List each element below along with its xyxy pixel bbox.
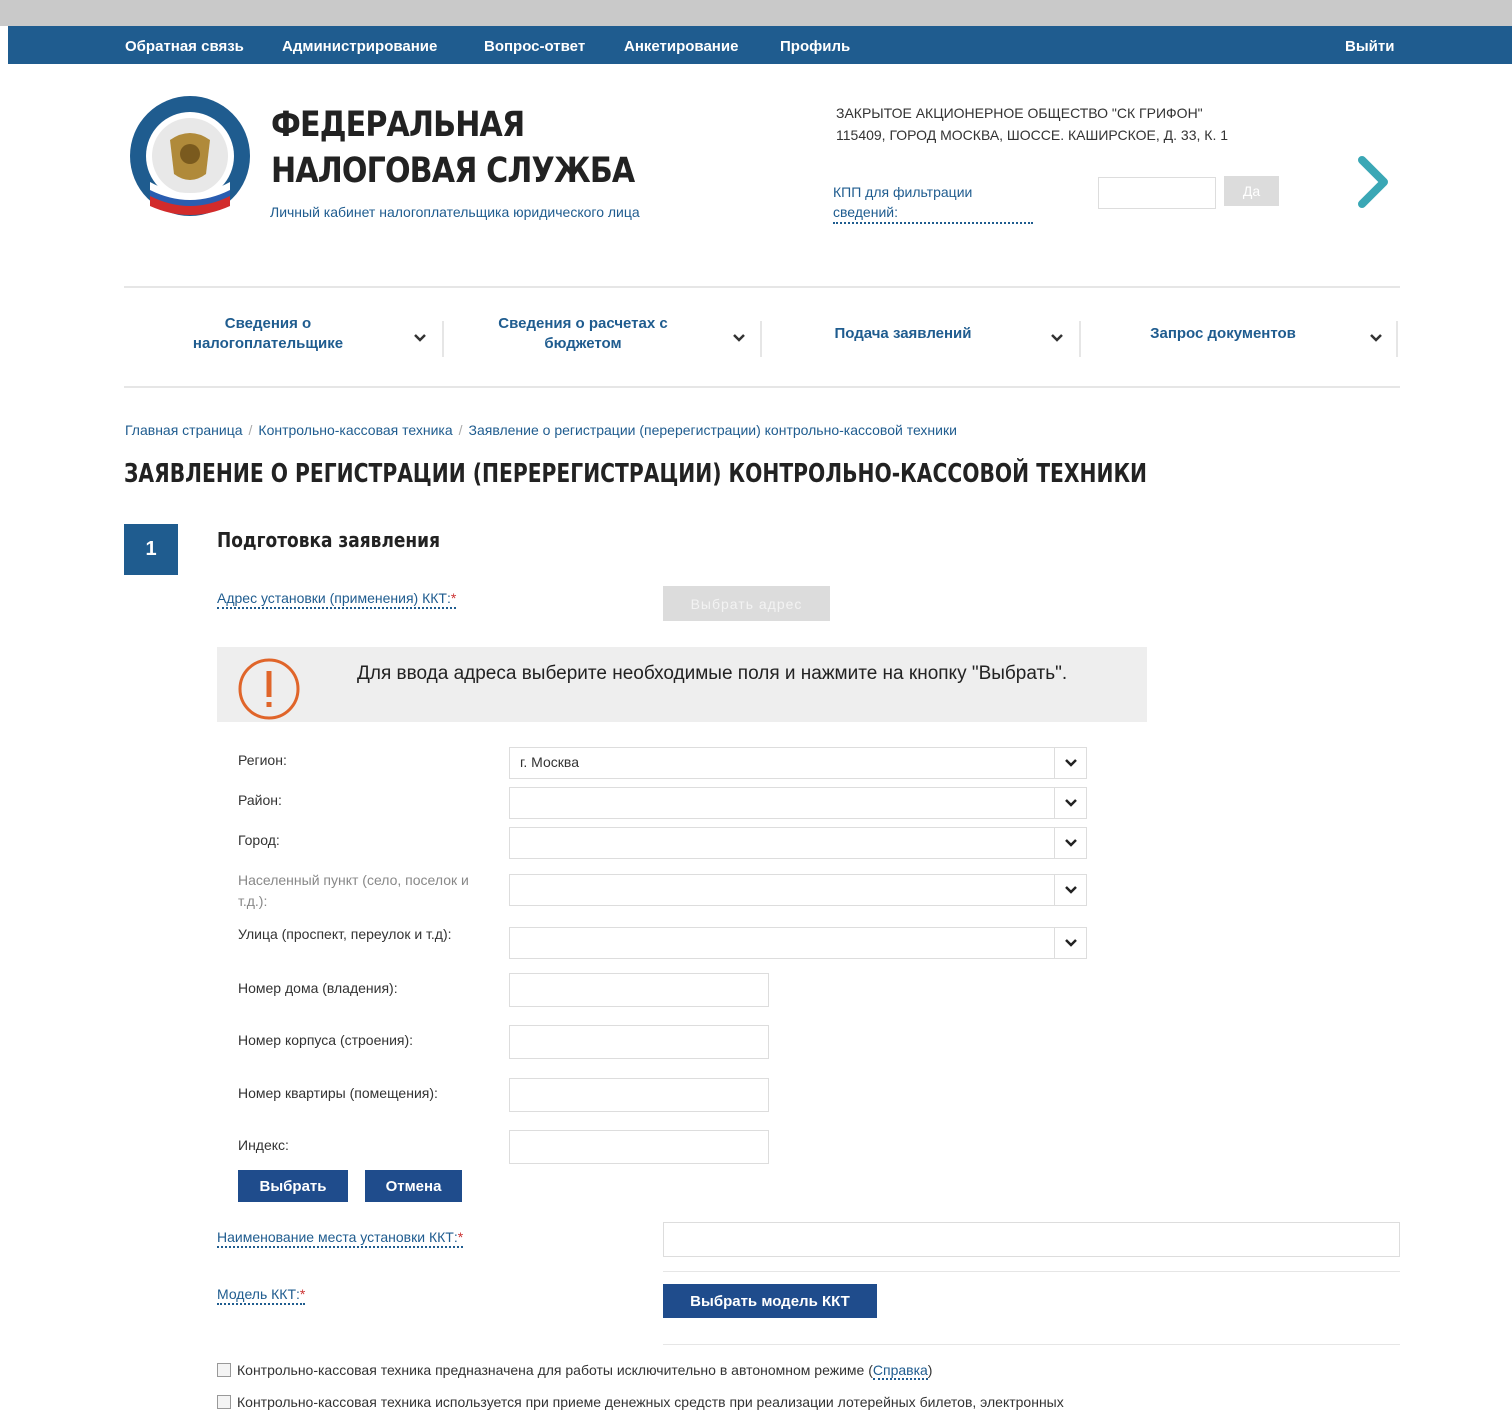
city-label: Город: — [238, 832, 280, 848]
menu-document-request[interactable]: Запрос документов — [1118, 314, 1328, 374]
postal-index-label: Индекс: — [238, 1137, 289, 1153]
choose-kkt-model-button[interactable]: Выбрать модель ККТ — [663, 1284, 877, 1318]
region-label: Регион: — [238, 752, 287, 768]
address-field-label[interactable]: Адрес установки (применения) ККТ:* — [217, 589, 457, 609]
autonomous-mode-row: Контрольно-кассовая техника предназначен… — [217, 1362, 932, 1380]
menu-budget-settlements[interactable]: Сведения о расчетах с бюджетом — [468, 314, 698, 374]
region-select[interactable]: г. Москва — [509, 747, 1087, 779]
city-select[interactable] — [509, 827, 1087, 859]
select-address-button[interactable]: Выбрать адрес — [663, 586, 830, 621]
step-title: Подготовка заявления — [217, 528, 440, 552]
lottery-tickets-row: Контрольно-кассовая техника используется… — [217, 1394, 1064, 1410]
chevron-down-icon[interactable] — [731, 330, 747, 346]
menu-taxpayer-info[interactable]: Сведения о налогоплательщике — [148, 314, 388, 374]
breadcrumb: Главная страница / Контрольно-кассовая тех… — [125, 422, 957, 438]
menu-separator — [1396, 321, 1398, 357]
menu-separator — [760, 321, 762, 357]
chevron-down-icon — [1065, 759, 1077, 767]
page-content: ФЕДЕРАЛЬНАЯ НАЛОГОВАЯ СЛУЖБА Личный каби… — [8, 64, 1512, 1414]
breadcrumb-current[interactable]: Заявление о регистрации (перерегистрации… — [469, 422, 957, 438]
help-link[interactable]: Справка — [872, 1362, 928, 1380]
region-value: г. Москва — [520, 754, 579, 770]
nav-profile[interactable]: Профиль — [780, 38, 850, 55]
cancel-address-button[interactable]: Отмена — [365, 1170, 462, 1202]
step-number-badge: 1 — [124, 524, 178, 575]
kkt-model-label[interactable]: Модель ККТ:* — [217, 1285, 306, 1305]
autonomous-mode-checkbox[interactable] — [217, 1363, 231, 1377]
fns-emblem-logo[interactable] — [126, 96, 254, 218]
breadcrumb-home[interactable]: Главная страница — [125, 422, 243, 438]
chevron-down-icon — [1065, 939, 1077, 947]
kpp-apply-button[interactable]: Да — [1224, 176, 1279, 206]
settlement-select[interactable] — [509, 874, 1087, 906]
kpp-filter-input[interactable] — [1098, 177, 1216, 209]
postal-index-input[interactable] — [509, 1130, 769, 1164]
chevron-down-icon — [1065, 799, 1077, 807]
place-name-label[interactable]: Наименование места установки ККТ:* — [217, 1228, 464, 1248]
organization-info: ЗАКРЫТОЕ АКЦИОНЕРНОЕ ОБЩЕСТВО "СК ГРИФОН… — [836, 102, 1356, 146]
chevron-down-icon[interactable] — [1049, 330, 1065, 346]
organization-name: ЗАКРЫТОЕ АКЦИОНЕРНОЕ ОБЩЕСТВО "СК ГРИФОН… — [836, 105, 1203, 121]
warning-icon — [238, 658, 300, 720]
menu-top-divider — [124, 286, 1400, 288]
top-navigation-bar: Обратная связь Администрирование Вопрос-… — [8, 26, 1512, 64]
brand-subtitle: Личный кабинет налогоплательщика юридиче… — [270, 204, 640, 220]
apartment-number-label: Номер квартиры (помещения): — [238, 1085, 438, 1101]
nav-feedback[interactable]: Обратная связь — [125, 38, 244, 55]
chevron-down-icon[interactable] — [412, 330, 428, 346]
menu-separator — [1079, 321, 1081, 357]
building-number-label: Номер корпуса (строения): — [238, 1032, 414, 1048]
logout-link[interactable]: Выйти — [1345, 38, 1394, 55]
place-name-input[interactable] — [663, 1222, 1400, 1257]
page-title: ЗАЯВЛЕНИЕ О РЕГИСТРАЦИИ (ПЕРЕРЕГИСТРАЦИИ… — [124, 459, 1148, 489]
nav-faq[interactable]: Вопрос-ответ — [484, 38, 585, 55]
nav-survey[interactable]: Анкетирование — [624, 38, 738, 55]
organization-address: 115409, ГОРОД МОСКВА, ШОССЕ. КАШИРСКОЕ, … — [836, 127, 1229, 143]
brand-title: ФЕДЕРАЛЬНАЯ НАЛОГОВАЯ СЛУЖБА — [271, 105, 635, 191]
menu-bottom-divider — [124, 386, 1400, 388]
district-label: Район: — [238, 792, 282, 808]
apartment-number-input[interactable] — [509, 1078, 769, 1112]
choose-address-button[interactable]: Выбрать — [238, 1170, 348, 1202]
lottery-tickets-checkbox[interactable] — [217, 1395, 231, 1409]
street-select[interactable] — [509, 927, 1087, 959]
building-number-input[interactable] — [509, 1025, 769, 1059]
form-separator — [663, 1271, 1400, 1272]
notice-text: Для ввода адреса выберите необходимые по… — [357, 663, 1068, 684]
nav-administration[interactable]: Администрирование — [282, 38, 437, 55]
chevron-down-icon — [1065, 886, 1077, 894]
settlement-label: Населенный пункт (село, поселок и т.д.): — [238, 872, 469, 909]
street-label: Улица (проспект, переулок и т.д): — [238, 926, 452, 942]
chevron-right-icon[interactable] — [1354, 154, 1394, 210]
breadcrumb-kkt[interactable]: Контрольно-кассовая техника — [258, 422, 452, 438]
kpp-filter-label[interactable]: КПП для фильтрации сведений: — [833, 182, 1033, 224]
address-notice: Для ввода адреса выберите необходимые по… — [217, 647, 1147, 722]
house-number-input[interactable] — [509, 973, 769, 1007]
form-separator — [663, 1344, 1400, 1345]
chevron-down-icon[interactable] — [1368, 330, 1384, 346]
house-number-label: Номер дома (владения): — [238, 980, 398, 996]
district-select[interactable] — [509, 787, 1087, 819]
chevron-down-icon — [1065, 839, 1077, 847]
menu-applications[interactable]: Подача заявлений — [798, 314, 1008, 374]
top-gray-strip — [0, 0, 1512, 26]
menu-separator — [442, 321, 444, 357]
